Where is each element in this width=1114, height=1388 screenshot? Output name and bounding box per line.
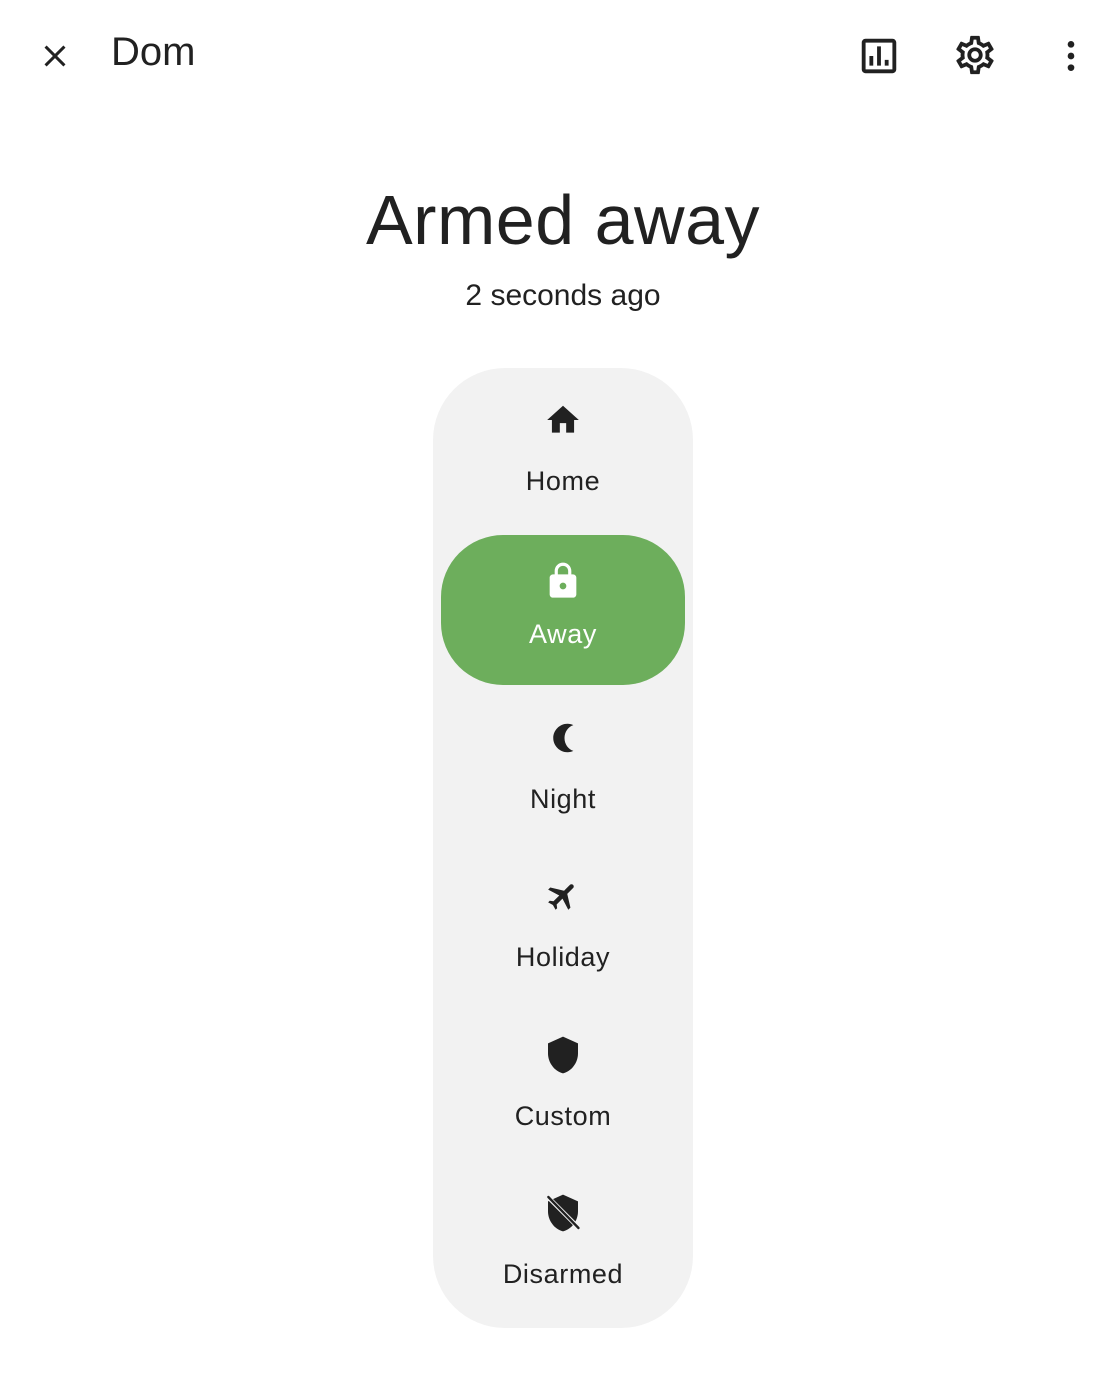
chart-box-icon [861, 38, 897, 74]
history-button[interactable] [851, 28, 907, 84]
close-button[interactable] [27, 28, 83, 84]
state-last-changed: 2 seconds ago [465, 279, 661, 312]
mode-label: Disarmed [502, 1259, 624, 1289]
moon-icon [543, 718, 583, 758]
mode-away[interactable]: Away [441, 535, 685, 685]
mode-custom[interactable]: Custom [441, 1011, 685, 1161]
home-icon [543, 400, 583, 440]
mode-label: Away [529, 619, 597, 649]
mode-label: Night [529, 784, 597, 814]
mode-label: Custom [514, 1101, 612, 1131]
dialog-header: Dom [0, 0, 1114, 110]
shield-off-icon [543, 1193, 583, 1233]
mode-night[interactable]: Night [441, 694, 685, 844]
dialog-title: Dom [111, 30, 196, 74]
dots-vertical-icon [1067, 41, 1075, 71]
mode-label: Holiday [515, 942, 611, 972]
airplane-icon [543, 876, 583, 916]
mode-disarmed[interactable]: Disarmed [441, 1169, 685, 1319]
cog-icon [956, 35, 994, 75]
lock-icon [543, 561, 583, 601]
more-options-button[interactable] [1043, 28, 1099, 84]
mode-label: Home [525, 466, 601, 496]
close-icon [44, 45, 66, 67]
mode-holiday[interactable]: Holiday [441, 852, 685, 1002]
settings-button[interactable] [947, 27, 1003, 83]
mode-home[interactable]: Home [441, 376, 685, 526]
alarm-mode-selector: Home Away Night Holiday Custom Disarmed [433, 368, 693, 1328]
shield-icon [543, 1035, 583, 1075]
state-title: Armed away [365, 181, 761, 259]
